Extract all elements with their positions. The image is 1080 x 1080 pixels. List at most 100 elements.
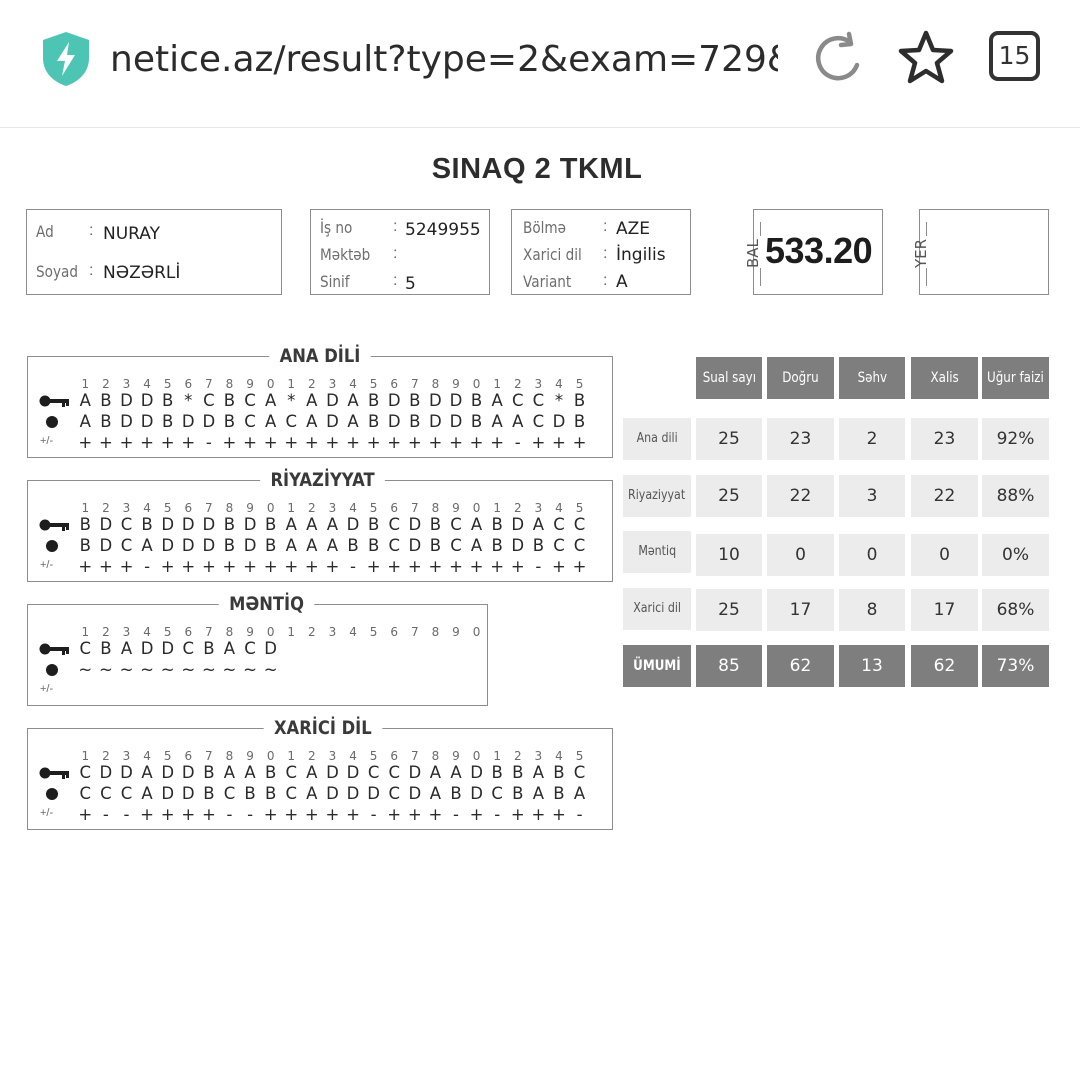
result-label: +/- xyxy=(40,435,54,447)
answer-cell: + xyxy=(78,557,93,576)
answer-cell: D xyxy=(99,515,113,534)
answer-cell: + xyxy=(181,557,196,576)
answer-cell: ~ xyxy=(201,660,216,679)
yer-label: YER xyxy=(912,238,930,268)
answer-cell: B xyxy=(100,412,112,431)
url-field[interactable]: netice.az/result?type=2&exam=729&cl xyxy=(110,36,778,86)
answer-cell: 2 xyxy=(102,377,110,391)
student-answer-row: ~ ~ ~ ~ ~ ~ ~ ~ ~ ~ xyxy=(75,660,281,679)
answer-cell: D xyxy=(120,391,133,410)
answer-cell: 7 xyxy=(410,377,419,391)
answer-cell: 4 xyxy=(349,749,357,763)
answer-cell: + xyxy=(449,433,463,452)
shield-bolt-icon[interactable] xyxy=(40,30,92,88)
answer-cell: B xyxy=(367,412,380,431)
answer-cell: D xyxy=(181,784,195,803)
answer-cell: 0 xyxy=(266,377,275,391)
answer-cell: B xyxy=(347,536,359,555)
student-answer-row: CCCADDBCBBCADDDCDABDCBABA xyxy=(75,784,590,803)
answer-cell: D xyxy=(202,412,216,431)
answer-cell: D xyxy=(511,536,525,555)
answer-cell: 7 xyxy=(205,501,213,515)
answer-cell: + xyxy=(346,433,360,452)
answer-cell: 1 xyxy=(287,625,296,639)
answer-cell: D xyxy=(243,536,257,555)
answer-cell: 5 xyxy=(369,749,378,763)
answer-cell: ~ xyxy=(263,660,278,679)
answer-cell: 1 xyxy=(493,377,501,391)
answer-cell: C xyxy=(285,763,297,782)
answer-cell: A xyxy=(264,391,277,410)
answer-cell: D xyxy=(346,763,360,782)
answer-cell: C xyxy=(388,515,400,534)
student-name-box: Ad : NURAY Soyad : NƏZƏRLİ xyxy=(26,209,282,295)
answer-cell: + xyxy=(222,433,237,452)
answer-cell: - xyxy=(123,805,130,824)
answer-cell: 2 xyxy=(308,625,316,639)
total-cell: 62 xyxy=(911,645,978,687)
answer-cell: + xyxy=(119,433,134,452)
answer-cell: * xyxy=(554,391,564,410)
tabs-icon[interactable]: 15 xyxy=(989,31,1040,81)
answer-cell: B xyxy=(100,639,112,658)
answer-cell: + xyxy=(366,433,381,452)
answer-cell: B xyxy=(367,536,380,555)
variant-label: Variant xyxy=(523,272,572,291)
answer-cell: - xyxy=(514,433,521,452)
bolme-label: Bölmə xyxy=(523,218,567,237)
answer-cell: 6 xyxy=(184,749,193,763)
answer-cell: + xyxy=(407,805,422,824)
answer-cell: D xyxy=(326,784,339,803)
answer-cell: + xyxy=(140,805,154,824)
star-icon[interactable] xyxy=(896,28,956,88)
answer-cell: - xyxy=(494,805,501,824)
answer-cell: C xyxy=(573,515,586,534)
answer-cell: + xyxy=(572,433,587,452)
answer-cell: D xyxy=(429,412,442,431)
answer-cell: + xyxy=(160,805,175,824)
answer-cell: + xyxy=(263,557,278,576)
answer-cell: + xyxy=(284,433,299,452)
answer-cell: D xyxy=(326,763,339,782)
answer-cell: B xyxy=(367,391,380,410)
stat-cell: 25 xyxy=(696,589,762,631)
header-dogru: Doğru xyxy=(767,357,834,399)
answer-cell: 6 xyxy=(184,377,193,391)
answer-cell: 0 xyxy=(472,377,481,391)
stat-cell: 17 xyxy=(767,589,834,631)
answer-cell: A xyxy=(306,515,318,534)
answer-cell: 3 xyxy=(122,377,131,391)
stat-cell: 23 xyxy=(767,418,834,460)
answer-cell: + xyxy=(181,433,196,452)
answer-cell: A xyxy=(264,412,277,431)
answer-cell: + xyxy=(140,433,154,452)
answer-cell: B xyxy=(429,536,442,555)
answer-cell: + xyxy=(469,557,484,576)
student-answer-icon xyxy=(46,788,58,800)
answer-cell: 1 xyxy=(81,377,90,391)
result-row: + + + + + + - + + + + + + + + + + + + + + - + + + xyxy=(75,433,590,452)
answer-cell: D xyxy=(408,515,422,534)
answer-cell: + xyxy=(243,433,257,452)
answer-cell: - xyxy=(144,557,151,576)
question-numbers: 1234567890123456789012345 xyxy=(75,749,590,763)
answer-cell: A xyxy=(470,536,483,555)
answer-cell: 2 xyxy=(308,377,316,391)
header-sual-sayi: Sual sayı xyxy=(696,357,762,399)
answer-cell: 5 xyxy=(163,749,172,763)
answer-cell: C xyxy=(120,536,133,555)
answer-cell: 1 xyxy=(287,749,296,763)
answer-cell: C xyxy=(573,763,586,782)
answer-cell: 2 xyxy=(102,749,110,763)
reload-icon[interactable] xyxy=(810,30,866,86)
stat-cell: 10 xyxy=(696,534,762,576)
answer-cell: D xyxy=(161,639,175,658)
answer-cell: ~ xyxy=(78,660,93,679)
bal-label: BAL xyxy=(744,239,762,268)
answer-cell: A xyxy=(347,412,359,431)
answer-cell: C xyxy=(244,412,256,431)
answer-cell: A xyxy=(306,784,318,803)
answer-cell: + xyxy=(222,557,237,576)
answer-cell: 7 xyxy=(410,501,419,515)
answer-cell: 1 xyxy=(81,501,90,515)
